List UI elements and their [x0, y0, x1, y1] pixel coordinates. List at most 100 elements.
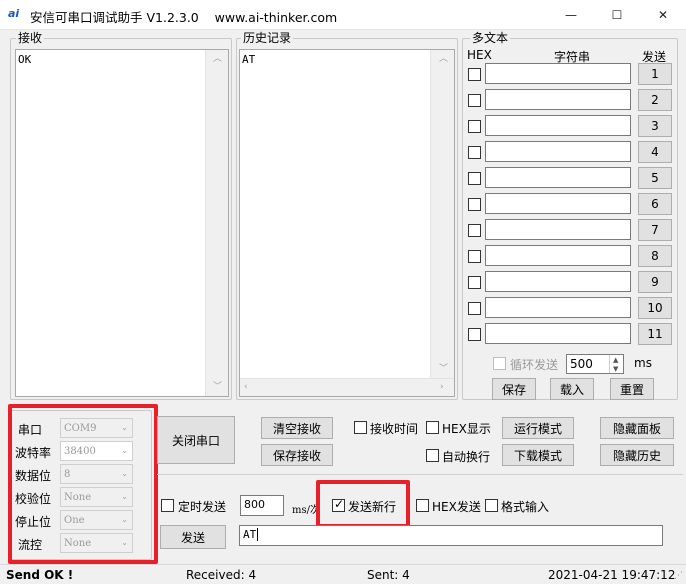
- multi-text-label: 多文本: [470, 31, 511, 45]
- scroll-down-icon[interactable]: ﹀: [439, 364, 448, 374]
- loop-interval-spinner[interactable]: ▲ ▼: [609, 355, 623, 373]
- send-interval-input[interactable]: 800: [240, 495, 284, 516]
- save-receive-button[interactable]: 保存接收: [261, 444, 333, 466]
- maximize-button[interactable]: ☐: [594, 0, 640, 30]
- run-mode-button[interactable]: 运行模式: [502, 417, 574, 439]
- hex-send-label: HEX发送: [432, 500, 481, 514]
- string-input-8[interactable]: [485, 245, 631, 266]
- received-count: Received: 4: [186, 568, 257, 582]
- hide-panel-label: 隐藏面板: [612, 421, 661, 436]
- loop-send-checkbox[interactable]: [493, 357, 506, 370]
- load-multi-button[interactable]: 载入: [550, 378, 594, 400]
- text-cursor: [257, 528, 259, 541]
- reset-multi-button[interactable]: 重置: [610, 378, 654, 400]
- send-row-label: 8: [651, 249, 659, 263]
- hex-checkbox-10[interactable]: [468, 302, 481, 315]
- send-row-button-4[interactable]: 4: [638, 141, 672, 163]
- send-row-label: 9: [651, 275, 659, 289]
- clear-receive-button[interactable]: 清空接收: [261, 417, 333, 439]
- send-row-button-8[interactable]: 8: [638, 245, 672, 267]
- hex-checkbox-4[interactable]: [468, 146, 481, 159]
- send-row-button-5[interactable]: 5: [638, 167, 672, 189]
- hex-checkbox-7[interactable]: [468, 224, 481, 237]
- send-row-label: 10: [647, 301, 663, 315]
- hex-checkbox-6[interactable]: [468, 198, 481, 211]
- loop-send-label: 循环发送: [510, 358, 559, 372]
- hex-checkbox-8[interactable]: [468, 250, 481, 263]
- history-vscrollbar[interactable]: ︿ ﹀: [430, 50, 454, 378]
- scroll-up-icon[interactable]: ︿: [213, 54, 222, 64]
- sent-count: Sent: 4: [367, 568, 410, 582]
- hex-display-checkbox[interactable]: [426, 421, 439, 434]
- hide-history-button[interactable]: 隐藏历史: [600, 444, 674, 466]
- format-input-label: 格式输入: [501, 500, 550, 514]
- receive-group-label: 接收: [16, 31, 45, 45]
- scroll-down-icon[interactable]: ﹀: [213, 382, 222, 392]
- string-input-5[interactable]: [485, 167, 631, 188]
- send-input[interactable]: AT: [239, 525, 663, 546]
- hide-panel-button[interactable]: 隐藏面板: [600, 417, 674, 439]
- download-mode-button[interactable]: 下载模式: [502, 444, 574, 466]
- send-row-button-11[interactable]: 11: [638, 323, 672, 345]
- hex-checkbox-3[interactable]: [468, 120, 481, 133]
- history-hscrollbar[interactable]: ‹ ›: [240, 378, 454, 396]
- title-bar: ai 安信可串口调试助手 V1.2.3.0 www.ai-thinker.com…: [0, 0, 686, 30]
- send-input-value: AT: [243, 528, 257, 541]
- send-row-label: 2: [651, 93, 659, 107]
- status-message: Send OK !: [6, 568, 74, 582]
- string-input-3[interactable]: [485, 115, 631, 136]
- string-input-10[interactable]: [485, 297, 631, 318]
- minimize-button[interactable]: —: [548, 0, 594, 30]
- history-textarea[interactable]: AT: [239, 49, 455, 397]
- serial-settings-highlight: [8, 404, 158, 564]
- send-row-label: 11: [647, 327, 663, 341]
- hex-checkbox-11[interactable]: [468, 328, 481, 341]
- send-button[interactable]: 发送: [160, 525, 226, 549]
- resize-grip-icon[interactable]: ⋰: [674, 571, 683, 581]
- string-input-4[interactable]: [485, 141, 631, 162]
- receive-time-checkbox[interactable]: [354, 421, 367, 434]
- minimize-icon: —: [565, 8, 577, 22]
- hide-history-label: 隐藏历史: [612, 448, 661, 463]
- receive-textarea[interactable]: OK: [15, 49, 229, 397]
- string-input-7[interactable]: [485, 219, 631, 240]
- send-row-label: 6: [651, 197, 659, 211]
- string-input-9[interactable]: [485, 271, 631, 292]
- history-group-label: 历史记录: [241, 31, 294, 45]
- receive-scrollbar[interactable]: ︿ ﹀: [205, 50, 228, 396]
- hex-send-checkbox[interactable]: [416, 499, 429, 512]
- hex-checkbox-5[interactable]: [468, 172, 481, 185]
- string-input-1[interactable]: [485, 63, 631, 84]
- receive-content: OK: [18, 53, 32, 66]
- hex-checkbox-9[interactable]: [468, 276, 481, 289]
- scroll-left-icon[interactable]: ‹: [244, 382, 248, 392]
- scroll-up-icon[interactable]: ︿: [439, 54, 448, 64]
- send-row-button-7[interactable]: 7: [638, 219, 672, 241]
- auto-wrap-checkbox[interactable]: [426, 449, 439, 462]
- scroll-right-icon[interactable]: ›: [440, 382, 444, 392]
- send-row-button-10[interactable]: 10: [638, 297, 672, 319]
- save-multi-button[interactable]: 保存: [492, 378, 536, 400]
- window-title-text: 安信可串口调试助手 V1.2.3.0: [30, 10, 199, 25]
- hex-display-label: HEX显示: [442, 422, 491, 436]
- send-row-button-2[interactable]: 2: [638, 89, 672, 111]
- send-row-button-9[interactable]: 9: [638, 271, 672, 293]
- string-input-6[interactable]: [485, 193, 631, 214]
- timed-send-checkbox[interactable]: [161, 499, 174, 512]
- close-button[interactable]: ✕: [640, 0, 686, 30]
- hex-checkbox-1[interactable]: [468, 68, 481, 81]
- status-datetime: 2021-04-21 19:47:12: [548, 568, 676, 582]
- send-row-button-6[interactable]: 6: [638, 193, 672, 215]
- spin-down-icon[interactable]: ▼: [613, 364, 618, 374]
- run-mode-label: 运行模式: [513, 421, 562, 436]
- format-input-checkbox[interactable]: [485, 499, 498, 512]
- auto-wrap-label: 自动换行: [442, 450, 491, 464]
- send-row-button-3[interactable]: 3: [638, 115, 672, 137]
- hex-checkbox-2[interactable]: [468, 94, 481, 107]
- string-input-11[interactable]: [485, 323, 631, 344]
- send-row-button-1[interactable]: 1: [638, 63, 672, 85]
- string-input-2[interactable]: [485, 89, 631, 110]
- loop-interval-value: 500: [570, 357, 593, 371]
- close-port-button[interactable]: 关闭串口: [157, 416, 235, 464]
- save-multi-label: 保存: [501, 382, 526, 397]
